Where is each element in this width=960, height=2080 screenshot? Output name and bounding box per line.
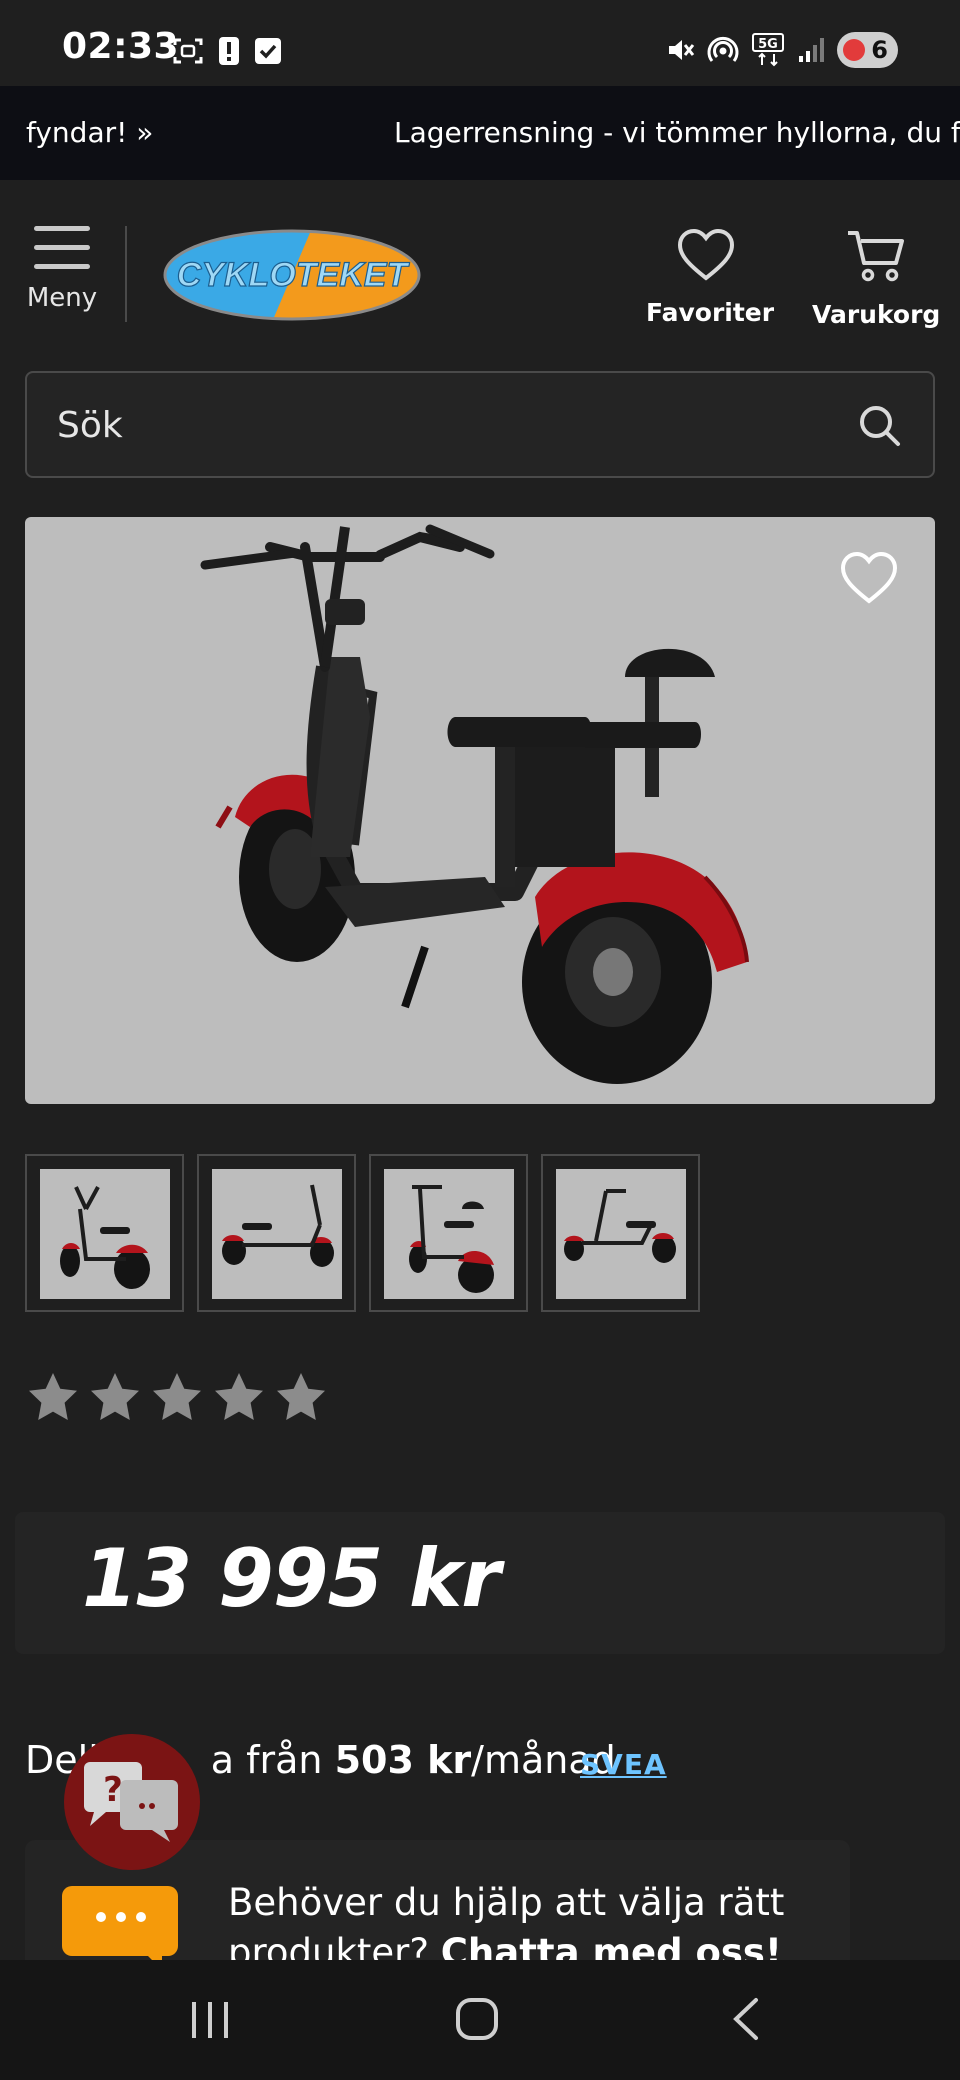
star-icon bbox=[215, 1373, 263, 1420]
search-input[interactable] bbox=[55, 397, 835, 453]
alert-icon bbox=[219, 37, 239, 65]
product-thumbnail[interactable] bbox=[369, 1154, 528, 1312]
product-main-image[interactable] bbox=[25, 517, 935, 1104]
announcement-text-left[interactable]: fyndar! » bbox=[26, 116, 153, 149]
star-icon bbox=[29, 1373, 77, 1420]
product-rating[interactable] bbox=[25, 1370, 329, 1426]
announcement-bar[interactable]: fyndar! » Lagerrensning - vi tömmer hyll… bbox=[0, 86, 960, 180]
recent-apps-icon[interactable] bbox=[188, 1996, 232, 2042]
header-divider bbox=[125, 226, 127, 322]
site-logo[interactable]: CYKLOTEKET bbox=[162, 228, 422, 322]
back-icon[interactable] bbox=[728, 1996, 764, 2042]
price-box: 13 995 kr bbox=[15, 1512, 945, 1654]
signal-icon bbox=[799, 38, 825, 62]
announcement-text-right[interactable]: Lagerrensning - vi tömmer hyllorna, du f… bbox=[394, 116, 960, 149]
home-icon[interactable] bbox=[454, 1996, 500, 2042]
hotspot-icon bbox=[707, 36, 739, 62]
5g-icon: 5G bbox=[752, 33, 785, 67]
battery-saver-icon bbox=[843, 39, 866, 61]
system-nav-bar bbox=[0, 1960, 960, 2080]
menu-label: Meny bbox=[26, 283, 98, 313]
star-icon bbox=[153, 1373, 201, 1420]
scooter-thumb-illustration bbox=[409, 1185, 494, 1293]
product-thumbnail[interactable] bbox=[197, 1154, 356, 1312]
help-chat-button[interactable]: ? bbox=[64, 1734, 200, 1870]
status-left-icons bbox=[172, 36, 282, 66]
star-icon bbox=[91, 1373, 139, 1420]
help-symbol: ? bbox=[103, 1770, 123, 1810]
cart-label: Varukorg bbox=[812, 300, 941, 329]
logo-text: CYKLOTEKET bbox=[177, 256, 411, 294]
installment-middle: a från bbox=[210, 1738, 335, 1782]
heart-icon bbox=[677, 228, 735, 281]
product-price: 13 995 kr bbox=[82, 1532, 501, 1625]
network-label: 5G bbox=[758, 37, 778, 52]
scooter-thumb-illustration bbox=[222, 1184, 334, 1267]
status-bar: 02:33 5G 6 bbox=[0, 0, 960, 86]
help-question-icon: ? bbox=[84, 1762, 178, 1842]
search-icon[interactable] bbox=[857, 403, 903, 449]
screenshot-icon bbox=[173, 38, 203, 64]
product-thumbnails bbox=[25, 1154, 700, 1312]
scooter-thumb-illustration bbox=[60, 1186, 150, 1289]
product-thumbnail[interactable] bbox=[25, 1154, 184, 1312]
chat-text-line1: Behöver du hjälp att välja rätt bbox=[228, 1881, 785, 1924]
chat-bubble-icon[interactable] bbox=[62, 1886, 178, 1970]
scooter-thumb-illustration bbox=[564, 1189, 676, 1263]
search-bar[interactable] bbox=[25, 371, 935, 478]
product-thumbnail[interactable] bbox=[541, 1154, 700, 1312]
svea-logo[interactable]: SVEA bbox=[580, 1748, 667, 1781]
battery-level: 6 bbox=[871, 36, 888, 64]
cart-icon bbox=[848, 231, 904, 282]
status-right-icons: 5G 6 bbox=[665, 32, 898, 68]
status-time: 02:33 bbox=[62, 26, 180, 67]
cart-button[interactable]: Varukorg bbox=[812, 228, 940, 329]
star-icon bbox=[277, 1373, 325, 1420]
favorites-button[interactable]: Favoriter bbox=[646, 228, 775, 327]
mute-icon bbox=[669, 40, 695, 60]
check-icon bbox=[255, 38, 281, 64]
favorites-label: Favoriter bbox=[646, 298, 775, 327]
scooter-illustration bbox=[200, 524, 749, 1084]
product-favorite-heart-icon[interactable] bbox=[839, 551, 899, 605]
site-header: Meny CYKLOTEKET Favoriter Varukorg bbox=[0, 180, 960, 360]
menu-button[interactable]: Meny bbox=[24, 226, 100, 313]
hamburger-icon bbox=[34, 226, 90, 269]
installment-amount: 503 kr bbox=[334, 1738, 472, 1782]
battery-icon: 6 bbox=[837, 32, 898, 68]
